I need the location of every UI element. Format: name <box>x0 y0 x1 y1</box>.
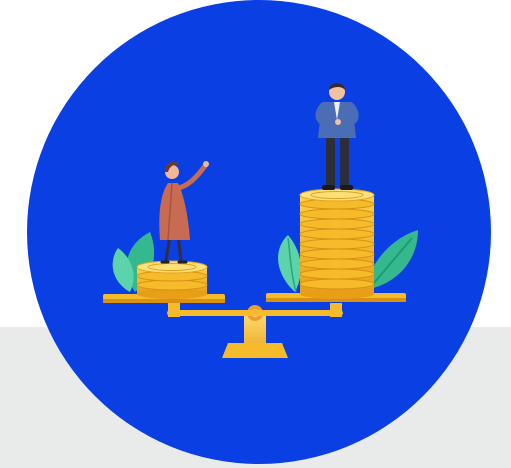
left-coin-stack <box>136 260 208 299</box>
illustration-canvas <box>0 0 511 468</box>
right-coin-stack <box>299 188 375 299</box>
pay-gap-illustration <box>27 0 491 464</box>
blue-circle-background <box>27 0 491 464</box>
